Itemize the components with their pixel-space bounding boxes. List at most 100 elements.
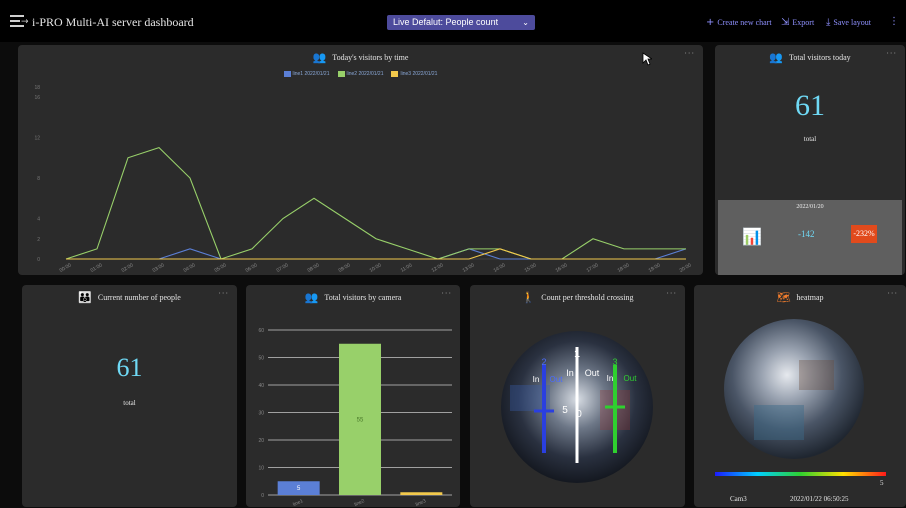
line-number-3: 3: [612, 357, 617, 367]
app-title: i-PRO Multi-AI server dashboard: [32, 15, 194, 29]
current-people-panel: 👪 Current number of people ··· 61 total: [22, 285, 237, 507]
heatmap-view: 5: [715, 319, 886, 487]
threshold-crossing-panel: 🚶 Count per threshold crossing ··· 1 2 3…: [470, 285, 685, 507]
top-bar: → i-PRO Multi-AI server dashboard Live D…: [0, 0, 906, 42]
x-tick-label: 06:00: [245, 262, 259, 274]
visitors-by-camera-panel: 👥 Total visitors by camera ··· 0 10 20 30 40…: [246, 285, 460, 507]
y-tick-label: 18: [34, 85, 40, 91]
crossing-count-2: 0: [576, 409, 582, 420]
download-icon: ⤓: [826, 17, 831, 28]
comparison-percent-badge: -232%: [851, 225, 877, 243]
comparison-date: 2022/01/20: [796, 204, 824, 210]
panel-menu-icon[interactable]: ···: [218, 289, 229, 298]
people-group-icon: 👥: [769, 50, 784, 64]
crossing-count-1: 5: [562, 405, 568, 416]
y-tick-label: 50: [258, 356, 264, 362]
y-tick-label: 10: [258, 466, 264, 472]
x-tick-label: 11:00: [400, 262, 414, 273]
line-number-2: 2: [541, 357, 546, 367]
x-tick-label: 07:00: [276, 262, 290, 274]
y-tick-label: 16: [34, 95, 40, 101]
create-chart-label: Create new chart: [717, 18, 772, 27]
series-line-1: [66, 248, 687, 260]
x-tick-label: 12:00: [431, 262, 445, 274]
plus-icon: +: [706, 17, 715, 28]
line-1-out-label: Out: [585, 368, 600, 378]
save-layout-label: Save layout: [833, 18, 871, 27]
create-chart-button[interactable]: + Create new chart: [706, 17, 772, 28]
menu-toggle-icon[interactable]: →: [10, 15, 29, 29]
heatmap-color-scale: [715, 472, 886, 476]
series-line-2: [65, 146, 686, 260]
y-tick-label: 8: [37, 176, 40, 182]
visitors-by-time-panel: 👥 Today's visitors by time ··· line1 202…: [18, 45, 703, 275]
chevron-down-icon: ⌄: [522, 18, 529, 27]
panel-title: Total visitors today: [789, 52, 851, 62]
line-chart: 0 2 4 8 12 16 18 00:00 01:00 02:00 03:00 04:00 05:00…: [34, 85, 693, 274]
x-tick-label: 10:00: [369, 262, 383, 274]
y-tick-label: 40: [258, 383, 264, 389]
y-tick-label: 60: [258, 328, 264, 334]
bar-chart: 01020304050605line155line2 line3: [258, 328, 452, 507]
x-tick-label: 18:00: [617, 262, 631, 274]
x-tick-label: 05:00: [214, 262, 228, 274]
y-tick-label: 0: [37, 257, 40, 263]
more-options-icon[interactable]: ⋮: [889, 16, 899, 27]
series-line-3: [66, 248, 686, 260]
current-people-value: 61: [116, 353, 143, 382]
x-tick-label: 04:00: [183, 262, 197, 274]
total-today-label: total: [803, 135, 817, 143]
x-tick-label: 03:00: [152, 262, 166, 274]
line-3-in-label: In: [607, 374, 614, 383]
bar-line3: [400, 492, 443, 495]
x-tick-label: 17:00: [586, 262, 600, 274]
current-people-label: total: [123, 399, 136, 407]
line-2-in-label: In: [533, 375, 540, 384]
comparison-diff: -142: [798, 229, 815, 239]
x-tick-label: 20:00: [679, 262, 693, 274]
save-layout-button[interactable]: ⤓ Save layout: [826, 17, 871, 28]
x-tick-label: line2: [354, 498, 366, 507]
trend-chart-icon: 📊: [742, 227, 762, 246]
total-today-value: 61: [795, 89, 825, 122]
y-tick-label: 2: [37, 237, 40, 243]
people-crowd-icon: 👪: [78, 290, 92, 304]
x-tick-label: 15:00: [524, 262, 538, 274]
bar-data-label: 55: [357, 417, 364, 423]
x-tick-label: line1: [292, 498, 304, 507]
line-number-1: 1: [574, 349, 580, 360]
line-1-in-label: In: [566, 368, 574, 378]
preset-select-value: Live Defalut: People count: [393, 17, 499, 27]
panel-header: 👪 Current number of people: [22, 289, 237, 305]
export-button[interactable]: ⇲ Export: [781, 17, 814, 28]
x-tick-label: 02:00: [121, 262, 135, 274]
export-icon: ⇲: [781, 17, 790, 28]
x-tick-label: 13:00: [462, 262, 476, 274]
x-tick-label: line3: [415, 498, 427, 507]
panel-header: 👥 Total visitors today: [715, 49, 905, 65]
panel-title: Current number of people: [97, 292, 181, 302]
x-tick-label: 19:00: [648, 262, 662, 274]
heatmap-panel: 🗺 heatmap ··· 5 Cam3 2022/01/22 06:50:25: [694, 285, 906, 507]
y-tick-label: 12: [34, 136, 40, 142]
x-tick-label: 08:00: [307, 262, 321, 274]
comparison-box: 2022/01/20 📊 -142 -232%: [718, 200, 902, 275]
panel-menu-icon[interactable]: ···: [886, 49, 897, 58]
y-tick-label: 30: [258, 411, 264, 417]
export-label: Export: [792, 18, 815, 27]
x-tick-label: 14:00: [493, 262, 507, 274]
x-tick-label: 09:00: [338, 262, 352, 274]
fisheye-camera-view: 1 2 3 In Out In Out In Out 5 0: [501, 331, 653, 483]
heatmap-timestamp: 2022/01/22 06:50:25: [790, 495, 849, 503]
mouse-cursor-icon: [642, 52, 652, 66]
heatmap-camera-name: Cam3: [730, 495, 747, 503]
y-tick-label: 20: [258, 438, 264, 444]
line-3-out-label: Out: [624, 374, 638, 383]
preset-select[interactable]: Live Defalut: People count ⌄: [387, 15, 535, 30]
x-tick-label: 00:00: [59, 262, 73, 274]
y-tick-label: 0: [261, 493, 264, 499]
x-tick-label: 16:00: [555, 262, 569, 274]
y-tick-label: 4: [37, 217, 40, 223]
x-tick-label: 01:00: [90, 262, 104, 274]
line-2-out-label: Out: [550, 375, 564, 384]
